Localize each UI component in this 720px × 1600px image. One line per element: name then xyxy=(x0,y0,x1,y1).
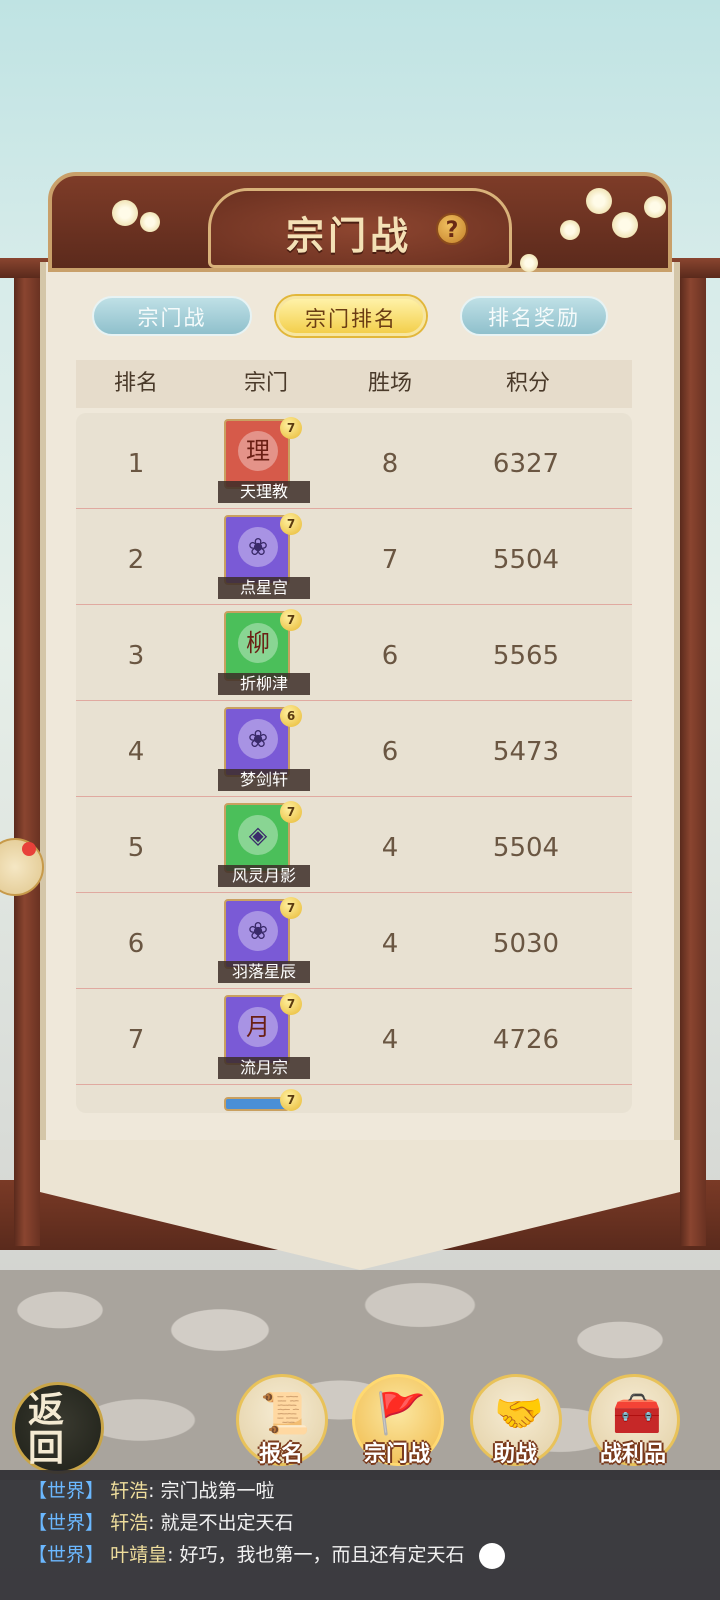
sect-war-label: 宗门战 xyxy=(363,1442,430,1467)
assist-label: 助战 xyxy=(492,1442,537,1467)
world-chat-panel[interactable]: 【世界】 轩浩: 宗门战第一啦 【世界】 轩浩: 就是不出定天石 【世界】 叶靖… xyxy=(0,1470,720,1600)
rank-cell: 5 xyxy=(127,833,145,863)
table-row[interactable]: 1 理 7 天理教 8 6327 xyxy=(76,413,632,509)
sect-level-badge: 6 xyxy=(280,705,302,727)
score-cell: 5030 xyxy=(492,929,560,959)
blossom-icon xyxy=(520,254,538,272)
chat-line: 【世界】 轩浩: 宗门战第一啦 xyxy=(28,1480,275,1502)
rank-cell: 1 xyxy=(127,449,145,479)
sect-name: 风灵月影 xyxy=(218,865,310,887)
tab-sect-ranking[interactable]: 宗门排名 xyxy=(276,296,426,336)
frame-right-pillar xyxy=(680,266,706,1246)
sect-level-badge: 7 xyxy=(280,993,302,1015)
chat-sender: 轩浩 xyxy=(110,1480,149,1502)
blossom-icon xyxy=(586,188,612,214)
coin-icon: ◈ xyxy=(238,815,278,855)
sect-emblem-icon: 柳 xyxy=(238,623,278,663)
chat-sender: 叶靖皇 xyxy=(110,1544,168,1566)
emoji-face-icon xyxy=(478,1542,505,1569)
score-cell: 5473 xyxy=(492,737,560,767)
wins-cell: 8 xyxy=(381,449,399,479)
lotus-icon: ❀ xyxy=(238,719,278,759)
frame-left-pillar xyxy=(14,266,40,1246)
chat-message: 就是不出定天石 xyxy=(160,1512,294,1534)
scroll-panel-tail xyxy=(40,1140,680,1270)
column-header-wins: 胜场 xyxy=(367,371,412,396)
sect-name: 天理教 xyxy=(218,481,310,503)
help-icon[interactable]: ? xyxy=(436,213,468,245)
sect-name: 羽落星辰 xyxy=(218,961,310,983)
tab-ranking-rewards[interactable]: 排名奖励 xyxy=(460,296,608,336)
scroll-brush-icon: 📜 xyxy=(260,1391,310,1437)
sect-name: 点星宫 xyxy=(218,577,310,599)
table-row[interactable]: 4 ❀ 6 梦剑轩 6 5473 xyxy=(76,701,632,797)
sect-level-badge: 7 xyxy=(280,897,302,919)
table-row[interactable]: 3 柳 7 折柳津 6 5565 xyxy=(76,605,632,701)
treasure-chest-icon: 🧰 xyxy=(612,1391,662,1437)
column-header-rank: 排名 xyxy=(113,371,158,396)
chat-line: 【世界】 叶靖皇: 好巧，我也第一，而且还有定天石 xyxy=(28,1540,505,1570)
wins-cell: 4 xyxy=(381,929,399,959)
column-header-sect: 宗门 xyxy=(243,371,288,396)
score-cell: 5504 xyxy=(492,833,560,863)
table-row-partial: 7 xyxy=(76,1085,632,1113)
lotus-icon: ❀ xyxy=(238,527,278,567)
loot-label: 战利品 xyxy=(599,1442,666,1467)
sect-level-badge: 7 xyxy=(280,513,302,535)
sect-emblem-icon: 月 xyxy=(238,1007,278,1047)
sect-name: 折柳津 xyxy=(218,673,310,695)
lotus-icon: ❀ xyxy=(238,911,278,951)
column-header-score: 积分 xyxy=(505,371,550,396)
score-cell: 5565 xyxy=(492,641,560,671)
back-button-label: 返回 xyxy=(28,1390,65,1469)
chat-channel: 【世界】 xyxy=(28,1480,105,1502)
table-row[interactable]: 5 ◈ 7 风灵月影 4 5504 xyxy=(76,797,632,893)
table-header: 排名 宗门 胜场 积分 xyxy=(76,360,632,408)
blossom-icon xyxy=(560,220,580,240)
chat-message: 好巧，我也第一，而且还有定天石 xyxy=(179,1544,465,1566)
chat-channel: 【世界】 xyxy=(28,1512,105,1534)
rank-cell: 2 xyxy=(127,545,145,575)
blossom-icon xyxy=(112,200,138,226)
notification-dot xyxy=(22,842,36,856)
sect-level-badge: 7 xyxy=(280,417,302,439)
rank-cell: 3 xyxy=(127,641,145,671)
table-row[interactable]: 2 ❀ 7 点星宫 7 5504 xyxy=(76,509,632,605)
sect-emblem-icon: 理 xyxy=(238,431,278,471)
rank-cell: 4 xyxy=(127,737,145,767)
page-title: 宗门战 xyxy=(286,214,413,258)
wins-cell: 4 xyxy=(381,833,399,863)
score-cell: 4726 xyxy=(492,1025,560,1055)
score-cell: 6327 xyxy=(492,449,560,479)
wins-cell: 6 xyxy=(381,641,399,671)
blossom-icon xyxy=(612,212,638,238)
rank-cell: 7 xyxy=(127,1025,145,1055)
wins-cell: 7 xyxy=(381,545,399,575)
wins-cell: 4 xyxy=(381,1025,399,1055)
rank-cell: 6 xyxy=(127,929,145,959)
blossom-icon xyxy=(140,212,160,232)
handshake-icon: 🤝 xyxy=(494,1391,544,1437)
signup-label: 报名 xyxy=(258,1442,303,1467)
table-row[interactable]: 6 ❀ 7 羽落星辰 4 5030 xyxy=(76,893,632,989)
chat-line: 【世界】 轩浩: 就是不出定天石 xyxy=(28,1512,294,1534)
sect-name: 流月宗 xyxy=(218,1057,310,1079)
chat-channel: 【世界】 xyxy=(28,1544,105,1566)
sect-level-badge: 7 xyxy=(280,1089,302,1111)
ranking-list[interactable]: 1 理 7 天理教 8 6327 2 ❀ 7 点星宫 7 5504 3 柳 7 折柳津 6 5565 4 ❀ 6 梦剑轩 6… xyxy=(76,413,632,1113)
score-cell: 5504 xyxy=(492,545,560,575)
table-row[interactable]: 7 月 7 流月宗 4 4726 xyxy=(76,989,632,1085)
sect-name: 梦剑轩 xyxy=(218,769,310,791)
sect-level-badge: 7 xyxy=(280,609,302,631)
blossom-icon xyxy=(644,196,666,218)
chat-sender: 轩浩 xyxy=(110,1512,149,1534)
sect-level-badge: 7 xyxy=(280,801,302,823)
chat-message: 宗门战第一啦 xyxy=(160,1480,275,1502)
wins-cell: 6 xyxy=(381,737,399,767)
flag-mountain-icon: 🚩 xyxy=(376,1391,426,1437)
tab-sect-war[interactable]: 宗门战 xyxy=(92,296,252,336)
